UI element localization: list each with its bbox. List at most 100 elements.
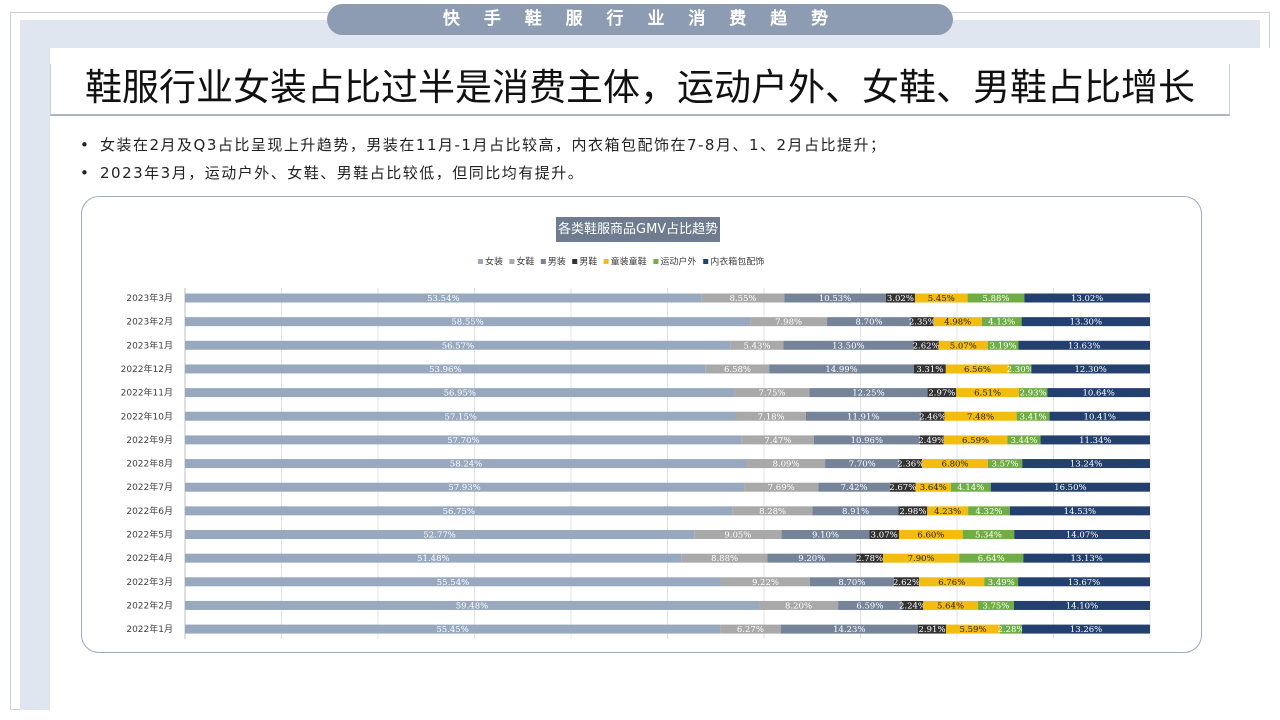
data-label: 6.27% (737, 625, 764, 635)
legend-label: 女装 (485, 256, 503, 268)
category-label: 2022年1月 (126, 623, 173, 635)
data-label: 5.59% (960, 625, 987, 635)
data-label: 7.48% (967, 412, 994, 422)
category-label: 2022年7月 (126, 481, 173, 493)
data-label: 6.80% (941, 460, 968, 470)
data-label: 9.22% (752, 578, 779, 588)
data-label: 14.53% (1064, 507, 1096, 517)
data-label: 9.20% (798, 554, 825, 564)
data-label: 8.88% (711, 554, 738, 564)
data-label: 6.56% (964, 365, 991, 375)
data-label: 6.76% (938, 578, 965, 588)
data-label: 11.34% (1079, 436, 1111, 446)
data-label: 3.57% (992, 460, 1019, 470)
data-label: 6.59% (962, 436, 989, 446)
data-label: 10.96% (851, 436, 883, 446)
category-label: 2022年2月 (126, 599, 173, 611)
data-label: 5.34% (975, 531, 1002, 541)
data-label: 5.45% (928, 294, 955, 304)
data-label: 56.75% (443, 507, 475, 517)
data-label: 4.14% (957, 483, 984, 493)
data-label: 2.97% (928, 389, 955, 399)
data-label: 8.09% (773, 460, 800, 470)
data-label: 8.70% (856, 318, 883, 328)
category-label: 2022年4月 (126, 552, 173, 564)
data-label: 7.69% (768, 483, 795, 493)
data-label: 3.07% (871, 531, 898, 541)
data-label: 6.60% (917, 531, 944, 541)
data-label: 52.77% (423, 531, 455, 541)
data-label: 5.07% (950, 341, 977, 351)
data-label: 7.98% (775, 318, 802, 328)
legend-swatch (572, 259, 578, 264)
data-label: 12.30% (1074, 365, 1106, 375)
category-label: 2022年10月 (121, 410, 173, 422)
data-label: 3.02% (887, 294, 914, 304)
data-label: 56.95% (444, 389, 476, 399)
data-label: 16.50% (1054, 483, 1086, 493)
data-label: 2.30% (1007, 365, 1034, 375)
category-label: 2023年3月 (126, 292, 173, 304)
data-label: 2.91% (919, 625, 946, 635)
data-label: 13.50% (832, 341, 864, 351)
data-label: 10.64% (1082, 389, 1114, 399)
data-label: 13.30% (1070, 318, 1102, 328)
data-label: 58.24% (450, 460, 482, 470)
legend-label: 运动户外 (660, 256, 696, 268)
data-label: 2.46% (919, 412, 946, 422)
data-label: 6.58% (724, 365, 751, 375)
data-label: 14.07% (1066, 531, 1098, 541)
data-label: 3.44% (1010, 436, 1037, 446)
data-label: 6.64% (978, 554, 1005, 564)
category-label: 2022年3月 (126, 576, 173, 588)
data-label: 8.20% (785, 601, 812, 611)
data-label: 5.43% (744, 341, 771, 351)
category-label: 2022年11月 (121, 387, 173, 399)
data-label: 5.64% (937, 601, 964, 611)
data-label: 3.64% (920, 483, 947, 493)
data-label: 2.98% (899, 507, 926, 517)
legend-swatch (603, 259, 609, 264)
data-label: 2.67% (889, 483, 916, 493)
legend-swatch (653, 259, 659, 264)
data-label: 13.26% (1070, 625, 1102, 635)
data-label: 5.88% (982, 294, 1009, 304)
data-label: 9.05% (724, 531, 751, 541)
data-label: 8.55% (729, 294, 756, 304)
data-label: 3.41% (1020, 412, 1047, 422)
data-label: 11.91% (847, 412, 879, 422)
data-label: 13.13% (1070, 554, 1102, 564)
data-label: 13.63% (1068, 341, 1100, 351)
data-label: 6.59% (856, 601, 883, 611)
legend-swatch (509, 259, 515, 264)
data-label: 4.98% (944, 318, 971, 328)
data-label: 10.53% (819, 294, 851, 304)
stacked-bar-chart: 女装 女鞋 男装 男鞋 童装童鞋 运动户外 内衣箱包配饰 2023年3月 53.54% 8.55%… (121, 256, 1151, 640)
data-label: 7.90% (908, 554, 935, 564)
data-label: 8.28% (759, 507, 786, 517)
data-label: 7.75% (758, 389, 785, 399)
data-label: 59.48% (456, 601, 488, 611)
data-label: 2.49% (918, 436, 945, 446)
legend-swatch (540, 259, 546, 264)
category-label: 2023年2月 (126, 316, 173, 328)
data-label: 3.75% (982, 601, 1009, 611)
data-label: 2.36% (897, 460, 924, 470)
data-label: 4.13% (988, 318, 1015, 328)
data-label: 14.10% (1066, 601, 1098, 611)
data-label: 53.96% (429, 365, 461, 375)
data-label: 7.18% (758, 412, 785, 422)
data-label: 4.32% (975, 507, 1002, 517)
data-label: 7.47% (764, 436, 791, 446)
data-label: 2.24% (899, 601, 926, 611)
category-label: 2023年1月 (126, 339, 173, 351)
legend-label: 男装 (548, 256, 566, 268)
category-label: 2022年12月 (121, 363, 173, 375)
data-label: 9.10% (812, 531, 839, 541)
legend-label: 男鞋 (579, 256, 597, 268)
category-label: 2022年8月 (126, 458, 173, 470)
data-label: 7.42% (841, 483, 868, 493)
legend-swatch (703, 259, 709, 264)
data-label: 10.41% (1084, 412, 1116, 422)
data-label: 2.62% (893, 578, 920, 588)
